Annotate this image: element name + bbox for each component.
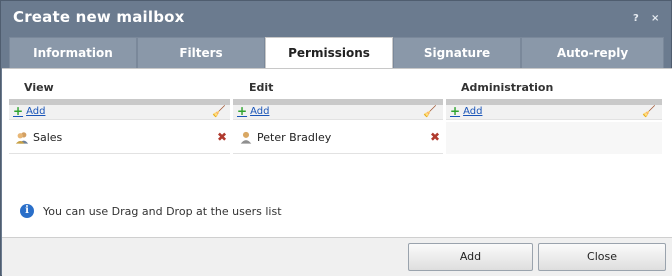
dialog-title: Create new mailbox	[13, 8, 185, 26]
edit-add-link[interactable]: + Add	[237, 104, 270, 118]
info-icon: i	[20, 204, 34, 218]
help-icon[interactable]: ?	[633, 13, 639, 24]
item-label: Peter Bradley	[257, 131, 332, 144]
tab-information[interactable]: Information	[9, 37, 137, 68]
view-add-link[interactable]: + Add	[13, 104, 46, 118]
tab-filters[interactable]: Filters	[137, 37, 265, 68]
view-column-header: View	[24, 81, 54, 94]
user-icon	[240, 131, 252, 144]
tab-signature[interactable]: Signature	[393, 37, 521, 68]
edit-add-label: Add	[250, 106, 270, 117]
administration-toolbar: + Add 🧹	[446, 105, 662, 120]
plus-icon: +	[237, 104, 248, 118]
clear-broom-icon[interactable]: 🧹	[423, 105, 437, 118]
administration-add-label: Add	[463, 106, 483, 117]
view-add-label: Add	[26, 106, 46, 117]
list-item[interactable]: Peter Bradley ✖	[233, 122, 443, 154]
permissions-panel: View + Add 🧹 Sales ✖ Edit + Add 🧹 Peter …	[2, 68, 672, 237]
administration-list[interactable]	[446, 122, 662, 154]
close-icon[interactable]: ×	[651, 13, 659, 24]
remove-icon[interactable]: ✖	[430, 130, 440, 144]
tab-bar: Information Filters Permissions Signatur…	[9, 37, 664, 69]
add-button[interactable]: Add	[408, 243, 533, 271]
tab-permissions[interactable]: Permissions	[265, 37, 393, 69]
close-button[interactable]: Close	[538, 243, 666, 271]
group-icon	[15, 132, 29, 144]
tab-auto-reply[interactable]: Auto-reply	[521, 37, 664, 68]
administration-column-header: Administration	[461, 81, 554, 94]
clear-broom-icon[interactable]: 🧹	[642, 105, 656, 118]
view-toolbar: + Add 🧹	[9, 105, 230, 120]
edit-toolbar: + Add 🧹	[233, 105, 443, 120]
list-item[interactable]: Sales ✖	[9, 122, 230, 154]
clear-broom-icon[interactable]: 🧹	[212, 105, 226, 118]
plus-icon: +	[13, 104, 24, 118]
edit-column-header: Edit	[249, 81, 274, 94]
item-label: Sales	[33, 131, 63, 144]
remove-icon[interactable]: ✖	[217, 130, 227, 144]
info-text: You can use Drag and Drop at the users l…	[43, 204, 282, 218]
info-row: i You can use Drag and Drop at the users…	[20, 204, 282, 218]
plus-icon: +	[450, 104, 461, 118]
dialog-window: Create new mailbox ? × Information Filte…	[0, 0, 672, 276]
administration-add-link[interactable]: + Add	[450, 104, 483, 118]
dialog-footer: Add Close	[2, 237, 672, 276]
title-bar: Create new mailbox ? ×	[1, 1, 671, 37]
